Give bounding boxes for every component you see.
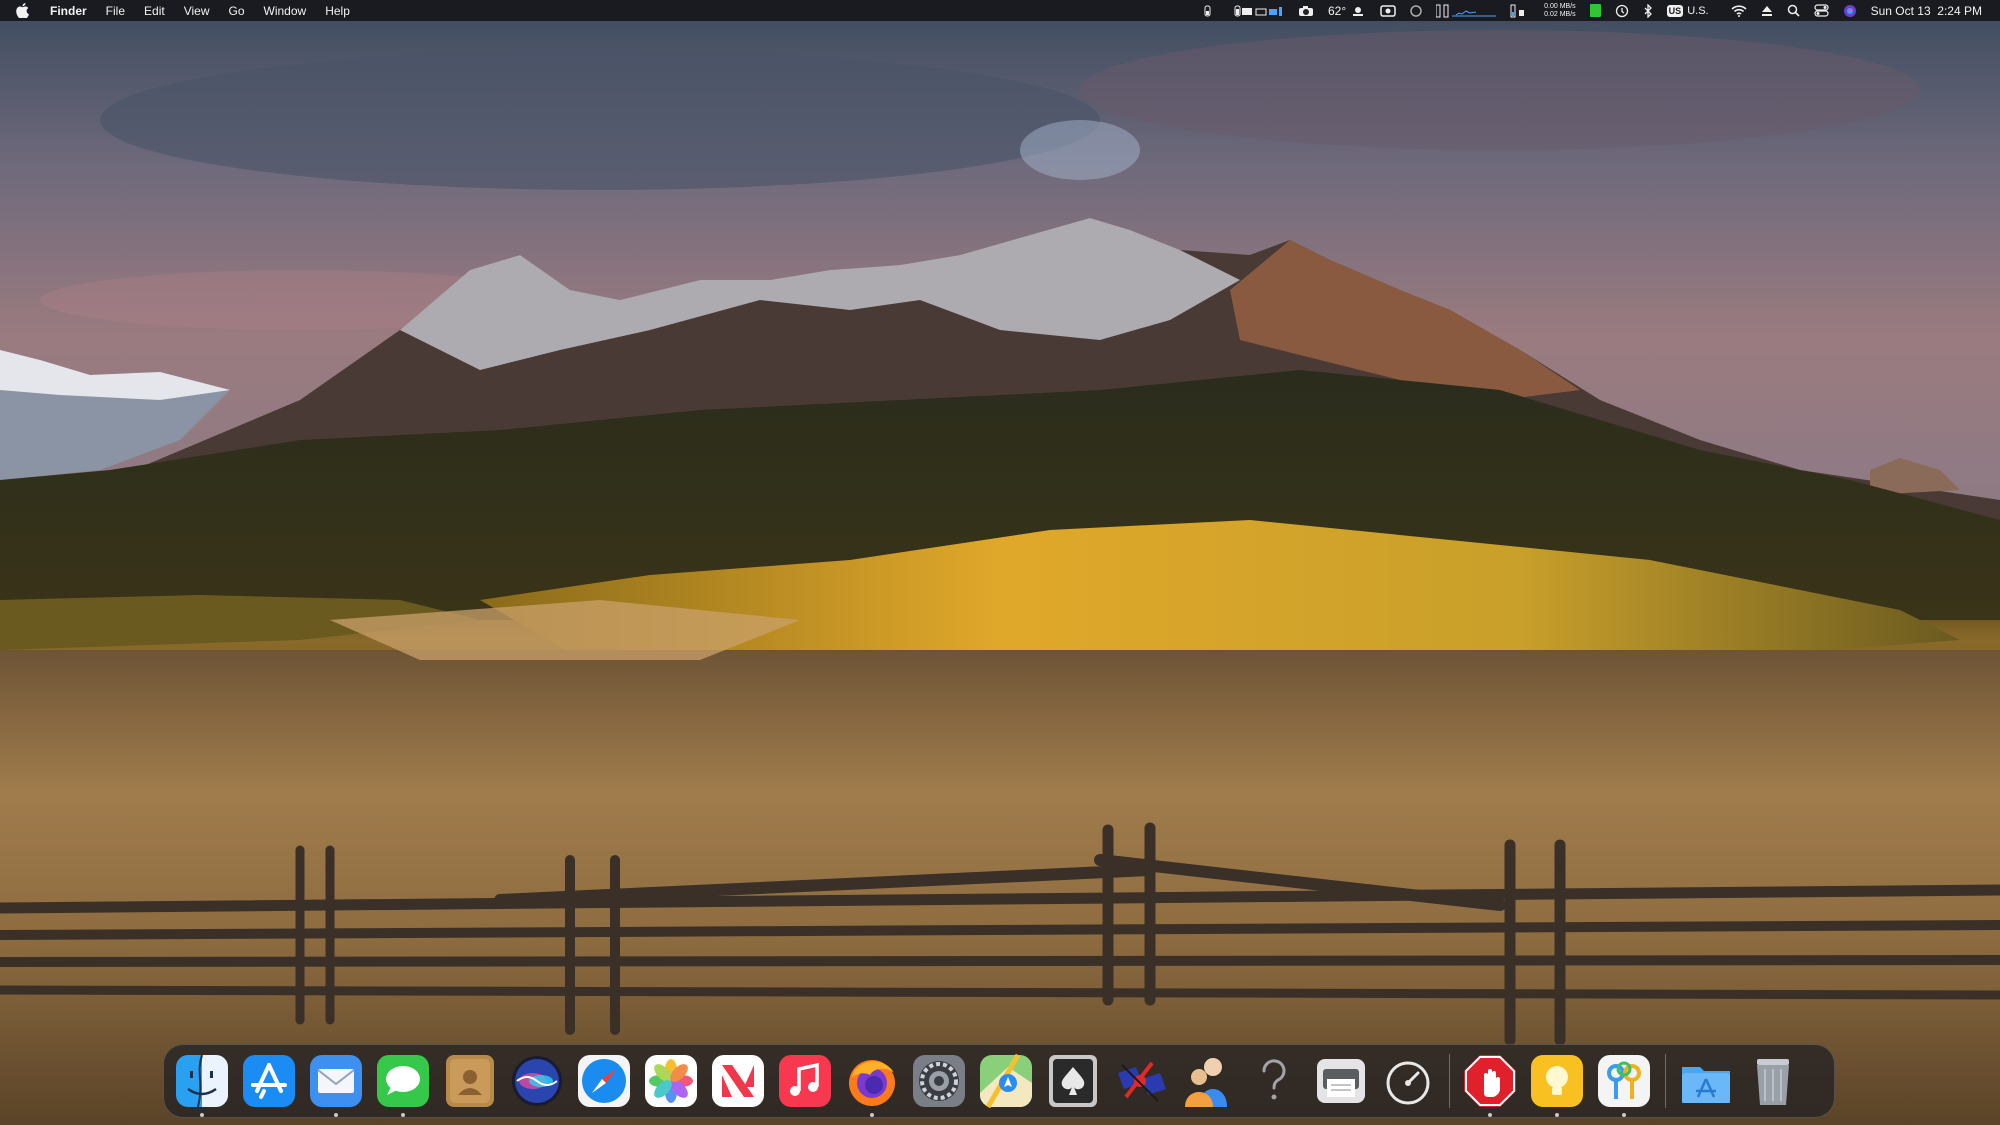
printer-icon [1317,1059,1365,1103]
input-source-label: U.S. [1687,4,1709,17]
menu-app-name[interactable]: Finder [50,4,87,18]
circle-icon[interactable] [1410,4,1422,17]
dock-photos[interactable] [643,1053,699,1109]
sun-cloud-icon [1353,6,1364,16]
running-indicator [1555,1113,1559,1117]
finder-icon [176,1054,228,1108]
running-indicator [1622,1113,1626,1117]
dock-solitaire[interactable] [1045,1053,1101,1109]
apple-menu-icon[interactable] [16,3,32,19]
dock-speedometer[interactable] [1380,1053,1436,1109]
camera-icon[interactable] [1298,5,1314,17]
cpu-graph-icon[interactable] [1436,4,1497,18]
input-source[interactable]: US U.S. [1666,4,1709,17]
siri-icon [512,1056,562,1106]
solitaire-icon [1049,1055,1097,1107]
siri-menu-icon[interactable] [1843,4,1857,18]
messages-icon [377,1055,429,1107]
dock-tips[interactable] [1529,1053,1585,1117]
running-indicator [334,1113,338,1117]
dock-stop[interactable] [1462,1053,1518,1117]
dock-applications-folder[interactable] [1678,1053,1734,1109]
firefox-icon [849,1060,895,1106]
stop-hand-icon [1464,1055,1516,1107]
menu-go[interactable]: Go [229,4,245,18]
satellite-icon [1118,1061,1166,1102]
menu-window[interactable]: Window [264,4,307,18]
applications-folder-icon [1682,1067,1730,1103]
dock-maps[interactable] [978,1053,1034,1109]
screenshot-icon[interactable] [1380,4,1396,17]
temperature-label: 62° [1328,3,1347,18]
net-download-label: 0.02 MB/s [1544,10,1576,18]
dock-system-preferences[interactable] [911,1053,967,1109]
dock [163,1044,1835,1118]
running-indicator [870,1113,874,1117]
control-center-icon[interactable] [1813,4,1829,17]
desktop[interactable]: Finder File Edit View Go Window Help 62°… [0,0,2000,1125]
trash-icon [1757,1059,1789,1105]
dock-separator [1665,1054,1666,1108]
dock-safari[interactable] [576,1053,632,1109]
menu-edit[interactable]: Edit [144,4,165,18]
dock-messages[interactable] [375,1053,431,1117]
photos-icon [645,1055,697,1107]
menu-file[interactable]: File [106,4,125,18]
network-speed[interactable]: 0.00 MB/s 0.02 MB/s [1544,3,1576,19]
dock-app-store[interactable] [241,1053,297,1109]
app-store-icon [243,1055,295,1107]
clock-datetime[interactable]: Sun Oct 13 2:24 PM [1871,4,1982,18]
dock-news[interactable] [710,1053,766,1109]
keychain-icon [1598,1055,1650,1107]
dock-users[interactable] [1179,1053,1235,1109]
dock-trash[interactable] [1745,1053,1801,1109]
tips-icon [1531,1055,1583,1107]
speedometer-icon [1386,1061,1430,1105]
menu-view[interactable]: View [184,4,210,18]
wifi-icon[interactable] [1731,4,1747,17]
time-machine-icon[interactable] [1615,4,1629,18]
system-preferences-icon [913,1055,965,1107]
dock-printer[interactable] [1313,1053,1369,1109]
dock-finder[interactable] [174,1053,230,1117]
menu-help[interactable]: Help [325,4,350,18]
bluetooth-icon[interactable] [1643,3,1653,18]
dock-satellite-game[interactable] [1112,1053,1168,1109]
dock-mail[interactable] [308,1053,364,1117]
weather-widget[interactable]: 62° [1328,4,1366,18]
dock-contacts[interactable] [442,1053,498,1109]
memory-icon[interactable] [1510,4,1530,18]
dock-separator [1449,1054,1450,1108]
news-icon [712,1055,764,1107]
dock-firefox[interactable] [844,1053,900,1117]
input-source-badge: US [1666,4,1684,17]
sensor-gauges-icon[interactable] [1204,4,1284,18]
spotlight-search-icon[interactable] [1787,4,1800,17]
net-upload-label: 0.00 MB/s [1544,2,1576,10]
menu-bar: Finder File Edit View Go Window Help 62°… [0,0,2000,21]
dock-passwords[interactable] [1596,1053,1652,1117]
dock-music[interactable] [777,1053,833,1109]
battery-green-icon[interactable] [1589,4,1601,17]
eject-icon[interactable] [1761,5,1773,17]
help-icon [1262,1059,1286,1100]
music-icon [779,1055,831,1107]
running-indicator [200,1113,204,1117]
dock-siri[interactable] [509,1053,565,1109]
running-indicator [401,1113,405,1117]
wallpaper [0,0,2000,1125]
mail-icon [310,1055,362,1107]
safari-icon [578,1055,630,1107]
dock-help[interactable] [1246,1053,1302,1109]
contacts-icon [446,1055,494,1107]
running-indicator [1488,1113,1492,1117]
maps-icon [980,1053,1032,1109]
users-icon [1185,1058,1227,1107]
